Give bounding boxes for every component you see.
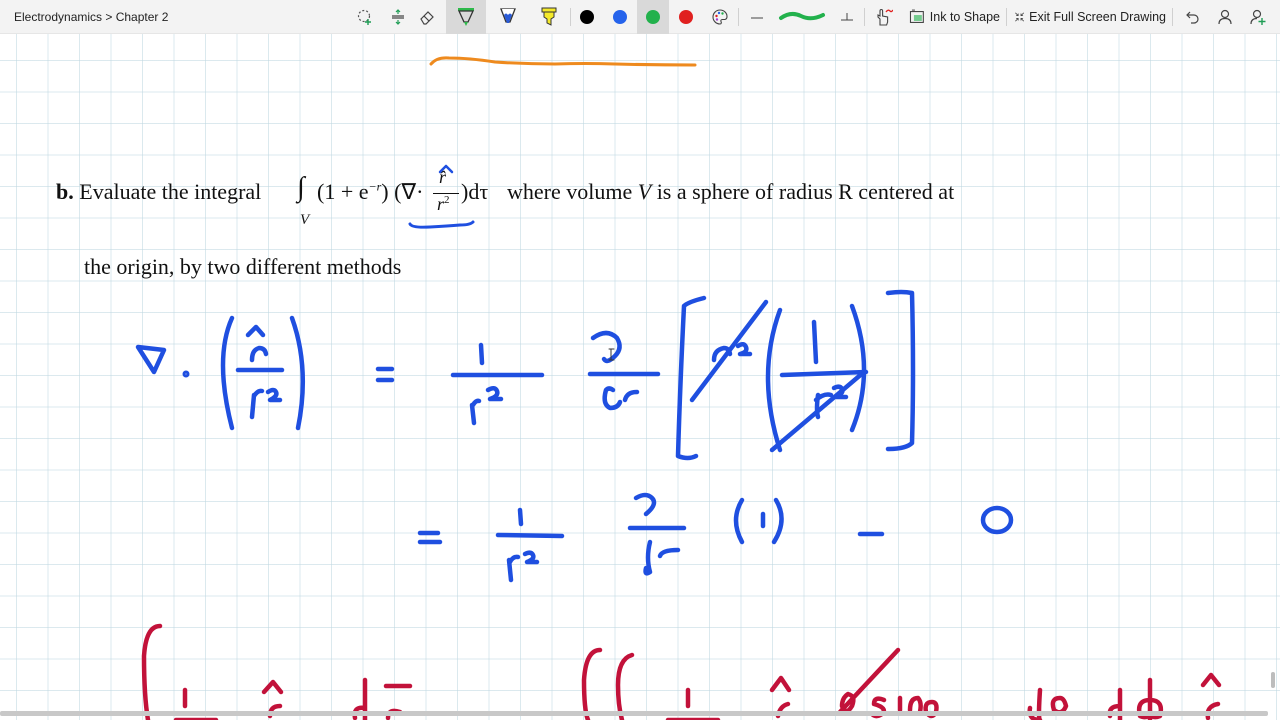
vertical-scrollbar-thumb[interactable]	[1271, 672, 1275, 688]
ink-integral	[141, 623, 163, 720]
ink-paren-open	[765, 307, 783, 453]
color-red-button[interactable]	[674, 0, 698, 34]
ink-stroke-underline-brace	[408, 220, 475, 229]
touch-drawing-icon	[877, 8, 893, 26]
ink-exp-2	[265, 387, 283, 403]
ink-paren-close	[771, 497, 784, 545]
ink-dot	[182, 370, 190, 378]
ink-partial	[590, 330, 622, 364]
ink-partial-den	[602, 386, 640, 411]
ink-paren-open	[220, 315, 235, 431]
ink-paren-close	[849, 303, 867, 433]
stroke-preview-button[interactable]	[775, 0, 829, 34]
ink-equation-line-1	[135, 289, 916, 461]
ink-equation-line-2	[417, 492, 1014, 583]
ink-exp-2	[522, 550, 540, 565]
ink-paren-close	[289, 315, 306, 431]
pen-icon	[457, 8, 475, 26]
more-colors-button[interactable]	[707, 0, 733, 34]
ink-strike	[837, 647, 901, 715]
ink-exp-2	[485, 386, 504, 402]
toolbar-separator	[864, 8, 865, 26]
color-swatch-icon	[613, 10, 627, 24]
toolbar-separator	[738, 8, 739, 26]
color-black-button[interactable]	[575, 0, 599, 34]
eraser-button[interactable]	[414, 0, 440, 34]
ink-one	[811, 319, 819, 365]
account-icon	[1218, 9, 1232, 25]
ink-partial-den	[643, 539, 681, 576]
ink-one	[517, 507, 524, 527]
ink-equals	[375, 366, 395, 383]
ink-equation-line-3	[141, 623, 1222, 720]
add-person-icon	[1250, 9, 1266, 25]
exit-full-screen-label: Exit Full Screen Drawing	[1029, 10, 1166, 24]
ink-fraction-bar	[779, 369, 869, 378]
ink-rhat-hat	[245, 324, 266, 338]
exit-full-screen-button[interactable]: Exit Full Screen Drawing	[1014, 0, 1166, 34]
ink-bracket-open	[675, 295, 707, 461]
toolbar-separator	[570, 8, 571, 26]
ink-strike-2	[769, 369, 867, 453]
stroke-preview-icon	[779, 11, 825, 21]
thick-stroke-button[interactable]	[835, 0, 859, 34]
ink-nabla	[135, 344, 167, 375]
color-green-button[interactable]	[637, 0, 669, 34]
ink-rhat-hat	[1200, 672, 1222, 688]
ink-one	[478, 342, 485, 366]
eraser-icon	[420, 11, 434, 25]
add-space-button[interactable]	[385, 0, 411, 34]
exit-full-screen-icon	[1015, 12, 1025, 22]
lasso-select-icon	[357, 9, 371, 25]
highlighter-icon	[541, 7, 557, 26]
breadcrumb[interactable]: Electrodynamics > Chapter 2	[14, 0, 168, 34]
ink-paren-open	[733, 497, 745, 545]
ink-rhat-hat	[261, 679, 284, 695]
color-swatch-icon	[679, 10, 693, 24]
ink-strike-1	[689, 299, 769, 403]
pen-icon	[500, 8, 516, 23]
ink-zero	[980, 505, 1014, 535]
add-space-icon	[392, 9, 404, 25]
color-swatch-icon	[580, 10, 594, 24]
toolbar-separator	[1172, 8, 1173, 26]
ink-r-den	[249, 388, 265, 420]
highlighter-yellow-button[interactable]	[534, 0, 564, 34]
drawing-toolbar: Electrodynamics > Chapter 2 Ink to Shape…	[0, 0, 1280, 34]
ink-bracket-close	[885, 289, 916, 452]
ink-double-integral-1	[581, 647, 603, 720]
ink-to-shape-icon	[909, 9, 924, 23]
thin-stroke-button[interactable]	[745, 0, 769, 34]
horizontal-scrollbar[interactable]	[0, 711, 1268, 716]
account-button[interactable]	[1212, 0, 1238, 34]
ink-r-den	[469, 398, 482, 426]
ink-equals	[417, 530, 443, 545]
toolbar-separator	[1006, 8, 1007, 26]
ink-layer	[135, 56, 1222, 720]
note-canvas[interactable]: b. Evaluate the integral ∫ V (1 + e−r) (…	[0, 34, 1280, 720]
ink-fraction-bar	[495, 532, 565, 539]
undo-button[interactable]	[1180, 0, 1206, 34]
color-swatch-icon	[646, 10, 660, 24]
ruler-icon	[841, 13, 853, 21]
ink-to-shape-button[interactable]: Ink to Shape	[908, 0, 1000, 34]
ink-stroke-hat-mark	[438, 164, 454, 174]
pen-blue-button[interactable]	[494, 0, 522, 34]
thin-stroke-icon	[751, 17, 763, 19]
ink-to-shape-label: Ink to Shape	[929, 10, 1000, 24]
ink-partial	[633, 492, 657, 517]
ink-r-den	[506, 554, 521, 583]
touch-drawing-button[interactable]	[871, 0, 897, 34]
palette-icon	[712, 9, 728, 25]
share-button[interactable]	[1245, 0, 1271, 34]
ink-r	[249, 345, 269, 363]
ink-rhat-hat	[769, 675, 792, 693]
lasso-select-button[interactable]	[352, 0, 378, 34]
ink-stroke-orange-underline	[429, 56, 697, 67]
pen-green-button[interactable]	[446, 0, 486, 34]
color-blue-button[interactable]	[608, 0, 632, 34]
undo-icon	[1186, 11, 1199, 24]
